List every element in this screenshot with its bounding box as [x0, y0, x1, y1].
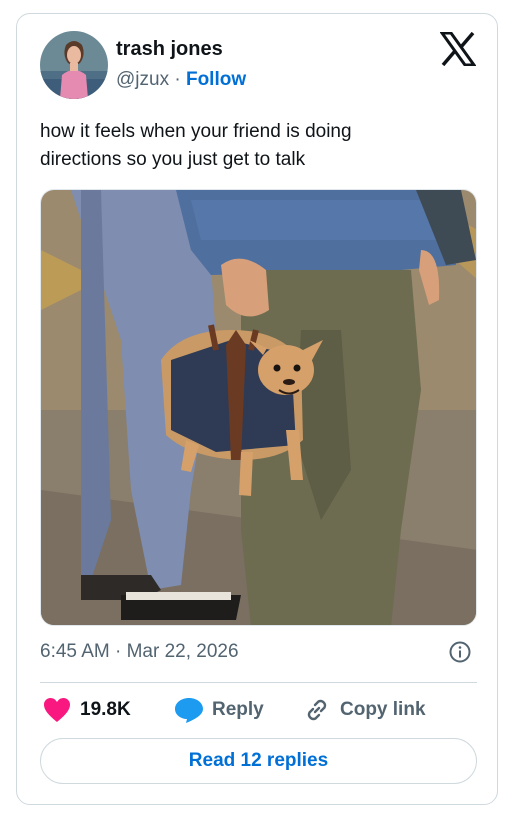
author-meta: @jzux · Follow: [116, 69, 246, 91]
info-icon[interactable]: [449, 641, 471, 663]
avatar-image: [40, 31, 108, 99]
x-logo-icon[interactable]: [439, 31, 477, 67]
tweet-photo[interactable]: [40, 189, 477, 626]
read-replies-button[interactable]: Read 12 replies: [40, 738, 477, 784]
tweet-text-line: how it feels when your friend is doing: [40, 121, 352, 142]
tweet-date: Mar 22, 2026: [126, 641, 239, 662]
copy-link-button[interactable]: Copy link: [302, 695, 426, 725]
tweet-time: 6:45 AM: [40, 641, 110, 662]
author-name[interactable]: trash jones: [116, 38, 223, 61]
avatar[interactable]: [40, 31, 108, 99]
tweet-text: how it feels when your friend is doing d…: [40, 118, 480, 174]
tweet-text-line: directions so you just get to talk: [40, 149, 306, 170]
tweet-photo-image: [41, 190, 476, 625]
handle-separator: ·: [174, 69, 181, 90]
copy-link-label: Copy link: [340, 699, 426, 720]
reply-label: Reply: [212, 699, 264, 720]
follow-button[interactable]: Follow: [186, 69, 246, 90]
timestamp-separator: ·: [115, 641, 122, 662]
tweet-timestamp[interactable]: 6:45 AM · Mar 22, 2026: [40, 641, 239, 663]
divider: [40, 682, 477, 683]
speech-bubble-icon: [174, 695, 204, 725]
action-bar: 19.8K Reply Copy link: [40, 695, 477, 725]
like-count: 19.8K: [80, 699, 131, 720]
link-icon: [302, 695, 332, 725]
author-handle[interactable]: @jzux: [116, 69, 169, 90]
heart-icon: [42, 695, 72, 725]
like-button[interactable]: 19.8K: [42, 695, 131, 725]
reply-button[interactable]: Reply: [174, 695, 264, 725]
